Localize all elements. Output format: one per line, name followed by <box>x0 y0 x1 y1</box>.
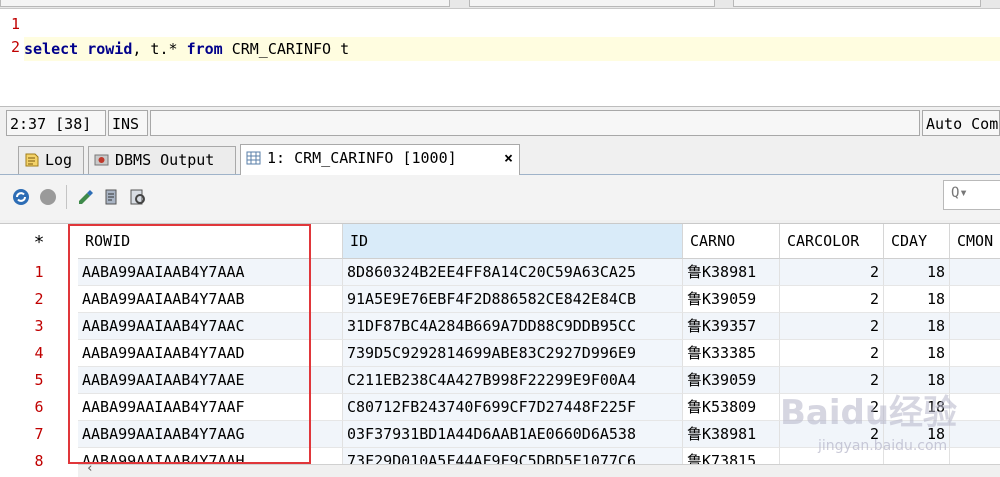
cell-id[interactable]: C80712FB243740F699CF7D27448F225F <box>343 394 683 421</box>
cell-carcolor[interactable]: 2 <box>780 259 884 286</box>
cell-cday[interactable]: 18 <box>884 313 950 340</box>
scroll-left-icon[interactable]: ‹ <box>86 461 94 476</box>
keyword-select: select <box>24 40 79 58</box>
top-panel-segment <box>469 0 715 7</box>
cell-cday[interactable]: 18 <box>884 286 950 313</box>
cell-carno[interactable]: 鲁K39059 <box>683 367 780 394</box>
row-number[interactable]: 1 <box>0 259 78 286</box>
row-number[interactable]: 4 <box>0 340 78 367</box>
cell-rowid[interactable]: AABA99AAIAAB4Y7AAD <box>78 340 343 367</box>
row-number[interactable]: 7 <box>0 421 78 448</box>
cell-carno[interactable]: 鲁K39357 <box>683 313 780 340</box>
grid-icon <box>246 151 261 165</box>
close-icon[interactable]: × <box>504 145 513 171</box>
tab-dbms-output[interactable]: DBMS Output <box>88 146 236 174</box>
cell-rowid[interactable]: AABA99AAIAAB4Y7AAA <box>78 259 343 286</box>
cell-carcolor[interactable]: 2 <box>780 313 884 340</box>
column-header-carcolor[interactable]: CARCOLOR <box>780 224 884 259</box>
cell-cmon[interactable] <box>950 259 1000 286</box>
keyword-rowid: rowid <box>87 40 133 58</box>
cell-id[interactable]: C211EB238C4A427B998F22299E9F00A4 <box>343 367 683 394</box>
cell-rowid[interactable]: AABA99AAIAAB4Y7AAF <box>78 394 343 421</box>
sql-line[interactable]: select rowid, t.* from CRM_CARINFO t <box>24 37 1000 61</box>
output-tabs: Log DBMS Output 1: CRM_CARINFO [1000] × <box>0 142 1000 175</box>
refresh-icon[interactable] <box>11 187 31 207</box>
column-header-rowid[interactable]: ROWID <box>78 224 343 259</box>
cell-cmon[interactable] <box>950 394 1000 421</box>
watermark-url: jingyan.baidu.com <box>818 438 948 454</box>
column-header-carno[interactable]: CARNO <box>683 224 780 259</box>
cell-carno[interactable]: 鲁K38981 <box>683 421 780 448</box>
editor-status-bar: 2:37 [38] INS Auto Commit <box>0 108 1000 138</box>
tab-log[interactable]: Log <box>18 146 84 174</box>
toolbar-separator <box>66 185 67 209</box>
cell-rowid[interactable]: AABA99AAIAAB4Y7AAE <box>78 367 343 394</box>
sql-text: CRM_CARINFO t <box>222 40 350 58</box>
tab-label: 1: CRM_CARINFO [1000] <box>267 149 457 167</box>
top-panel-segment <box>0 0 450 7</box>
cell-carno[interactable]: 鲁K33385 <box>683 340 780 367</box>
selection-count: [38] <box>55 115 92 133</box>
column-header-cday[interactable]: CDAY <box>884 224 950 259</box>
cell-carno[interactable]: 鲁K39059 <box>683 286 780 313</box>
edit-data-icon[interactable] <box>76 187 96 207</box>
cell-rowid[interactable]: AABA99AAIAAB4Y7AAB <box>78 286 343 313</box>
cursor-position: 2:37 [38] <box>6 110 106 136</box>
auto-commit-status[interactable]: Auto Commit <box>922 110 1000 136</box>
cell-id[interactable]: 91A5E9E76EBF4F2D886582CE842E84CB <box>343 286 683 313</box>
insert-mode: INS <box>108 110 148 136</box>
post-changes-icon[interactable] <box>102 187 122 207</box>
cell-carno[interactable]: 鲁K53809 <box>683 394 780 421</box>
column-header-id[interactable]: ID <box>343 224 683 259</box>
sql-text: , t.* <box>132 40 187 58</box>
dbms-output-icon <box>94 154 109 166</box>
cell-id[interactable]: 8D860324B2EE4FF8A14C20C59A63CA25 <box>343 259 683 286</box>
cell-carno[interactable]: 鲁K38981 <box>683 259 780 286</box>
select-all-cell[interactable]: * <box>0 224 78 259</box>
editor-gutter: 1 2 <box>0 9 24 106</box>
top-toolbar-strip <box>0 0 1000 9</box>
log-icon <box>25 153 39 167</box>
row-number[interactable]: 3 <box>0 313 78 340</box>
cell-cmon[interactable] <box>950 340 1000 367</box>
horizontal-scrollbar[interactable]: ‹ <box>78 461 1000 477</box>
cell-carcolor[interactable]: 2 <box>780 340 884 367</box>
search-icon: Q▾ <box>951 185 968 201</box>
row-number[interactable]: 6 <box>0 394 78 421</box>
tab-label: DBMS Output <box>115 151 215 169</box>
baidu-watermark: Baidu经验 <box>780 393 958 433</box>
cell-id[interactable]: 03F37931BD1A44D6AAB1AE0660D6A538 <box>343 421 683 448</box>
tab-label: Log <box>45 151 73 169</box>
stop-icon[interactable] <box>38 187 58 207</box>
cell-cday[interactable]: 18 <box>884 340 950 367</box>
line-number: 2 <box>11 38 21 56</box>
cell-cday[interactable]: 18 <box>884 259 950 286</box>
cell-id[interactable]: 739D5C9292814699ABE83C2927D996E9 <box>343 340 683 367</box>
row-number[interactable]: 8 <box>0 448 78 475</box>
cell-cmon[interactable] <box>950 367 1000 394</box>
row-number[interactable]: 2 <box>0 286 78 313</box>
result-toolbar <box>0 175 1000 220</box>
status-message <box>150 110 920 136</box>
cursor-position-text: 2:37 <box>10 115 47 133</box>
line-number: 1 <box>11 15 21 33</box>
cell-cmon[interactable] <box>950 421 1000 448</box>
tab-crm-carinfo[interactable]: 1: CRM_CARINFO [1000] × <box>240 144 520 175</box>
cell-cmon[interactable] <box>950 286 1000 313</box>
cell-cmon[interactable] <box>950 313 1000 340</box>
keyword-from: from <box>186 40 223 58</box>
row-number[interactable]: 5 <box>0 367 78 394</box>
top-panel-segment <box>733 0 981 7</box>
query-by-example-icon[interactable] <box>128 187 148 207</box>
cell-rowid[interactable]: AABA99AAIAAB4Y7AAC <box>78 313 343 340</box>
cell-carcolor[interactable]: 2 <box>780 286 884 313</box>
cell-rowid[interactable]: AABA99AAIAAB4Y7AAG <box>78 421 343 448</box>
sql-editor[interactable]: 1 2 select rowid, t.* from CRM_CARINFO t <box>0 9 1000 107</box>
search-input[interactable]: Q▾ <box>943 180 1000 210</box>
column-header-cmon[interactable]: CMON <box>950 224 1000 259</box>
cell-id[interactable]: 31DF87BC4A284B669A7DD88C9DDB95CC <box>343 313 683 340</box>
